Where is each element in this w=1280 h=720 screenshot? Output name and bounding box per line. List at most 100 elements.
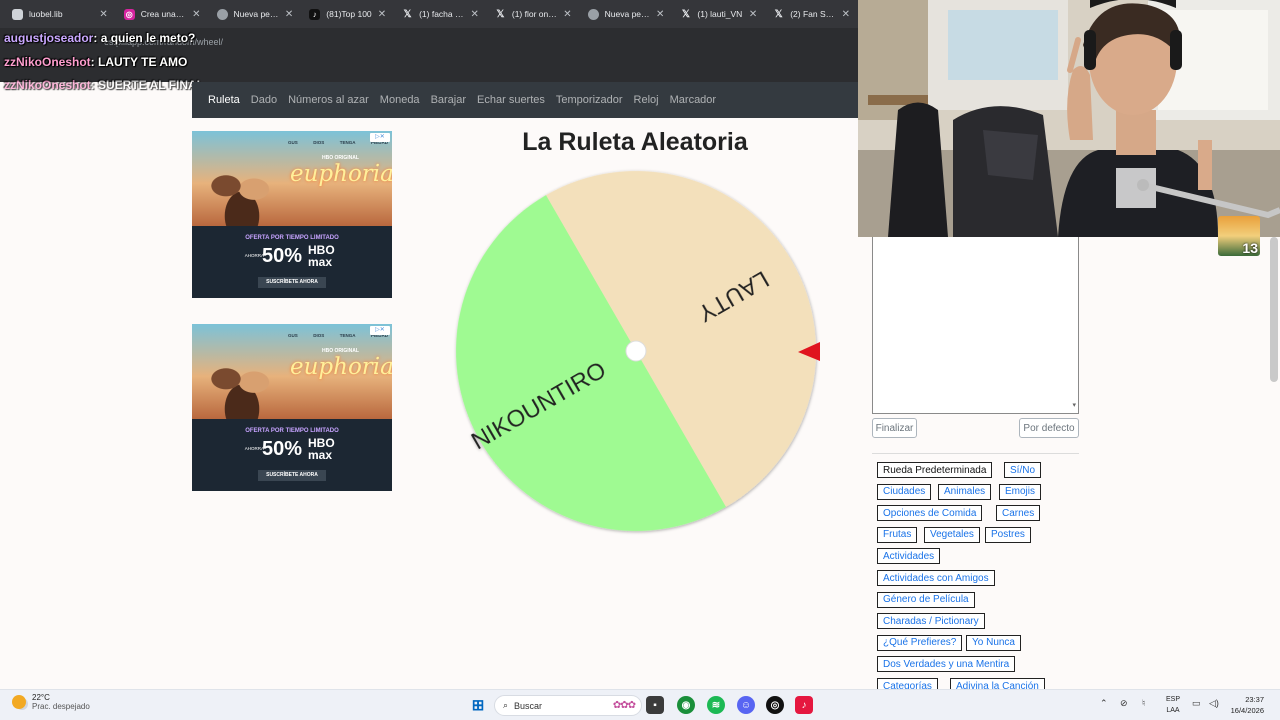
browser-tab[interactable]: luobel.lib ✕ [4,0,116,28]
browser-tab[interactable]: 𝕏 (1) lauti_VN ✕ [672,0,765,28]
chat-username: zzNikoOneshot [4,78,91,92]
nav-item[interactable]: Moneda [380,94,420,106]
euphoria-ad-banner[interactable]: GUS DIOS TENGA PIEDAD HBO ORIGINAL euphoria… [192,324,392,491]
tab-close-icon[interactable]: ✕ [99,9,107,20]
tab-close-icon[interactable]: ✕ [656,9,664,20]
preset-chip[interactable]: Sí/No [1004,462,1042,478]
preset-chip[interactable]: ¿Qué Prefieres? [877,634,963,651]
x-icon: 𝕏 [496,8,505,20]
display-icon[interactable]: ▭ [1192,698,1201,709]
system-clock[interactable]: 23:37 16/4/2026 [1224,694,1264,716]
weather-sun-icon [12,695,26,709]
nav-item[interactable]: Barajar [431,94,466,106]
tab-close-icon[interactable]: ✕ [563,9,571,20]
nav-item[interactable]: Dado [251,94,277,106]
volume-icon[interactable]: ◁) [1209,698,1219,709]
ad-title: euphoria [290,354,392,380]
ad-title: euphoria [290,161,392,187]
search-highlight-icon: ✿✿✿ [612,700,636,711]
globe-icon [587,8,599,20]
tiktok-icon[interactable]: ♪ [795,696,813,714]
tab-title: (1) flor on X: [511,9,558,19]
browser-tab[interactable]: Nueva pesta ✕ [580,0,673,28]
browser-tab[interactable]: ♪ (81)Top 100 ✕ [301,0,394,28]
chrome-icon[interactable]: ◉ [677,696,695,714]
tray-chevron-icon[interactable]: ⌃ [1100,698,1108,709]
tab-close-icon[interactable]: ✕ [470,9,478,20]
euphoria-ad-banner[interactable]: GUS DIOS TENGA PIEDAD HBO ORIGINAL euphoria… [192,131,392,298]
tab-close-icon[interactable]: ✕ [285,9,293,20]
weather-widget[interactable]: 22°C Prac. despejado [12,693,90,711]
ad-cta-button[interactable]: SUSCRÍBETE AHORA [258,470,326,481]
tab-favicon [12,8,23,20]
taskbar-search-label: Buscar [514,700,543,711]
windows-taskbar: 22°C Prac. despejado ⊞ ⌕ Buscar ✿✿✿ ▪ ◉ … [0,689,1280,720]
browser-tab[interactable]: Nueva pesta ✕ [209,0,302,28]
nav-item[interactable]: Echar suertes [477,94,545,106]
wheel-entries-textarea[interactable]: ▾ [872,237,1079,414]
finish-button[interactable]: Finalizar [872,418,917,438]
page-title: La Ruleta Aleatoria [522,128,748,156]
nav-item[interactable]: Marcador [670,94,716,106]
network-icon[interactable]: ⊘ [1120,698,1128,709]
preset-chip[interactable]: Postres [985,526,1031,543]
tab-title: Crea una nu [140,9,187,19]
chat-message: augustjoseador: a quien le meto? [4,31,195,45]
preset-chip[interactable]: Género de Película [877,591,975,608]
random-wheel[interactable]: LAUTYNIKOUNTIRO [450,166,820,536]
resize-grip-icon[interactable]: ▾ [1072,401,1076,409]
tab-close-icon[interactable]: ✕ [192,9,200,20]
preset-chip[interactable]: Carnes [996,505,1041,522]
tab-title: (81)Top 100 [326,9,372,19]
preset-chip[interactable]: Opciones de Comida [877,505,983,522]
preset-chip[interactable]: Dos Verdades y una Mentira [877,656,1016,673]
tab-close-icon[interactable]: ✕ [378,9,386,20]
default-button[interactable]: Por defecto [1019,418,1079,438]
preset-divider [872,453,1079,454]
taskbar-search[interactable]: ⌕ Buscar ✿✿✿ [494,695,642,716]
tab-title: (2) Fan Spot [790,9,836,19]
browser-tab[interactable]: 𝕏 (1) flor on X: ✕ [487,0,580,28]
preset-chip[interactable]: Frutas [877,526,918,543]
preset-chip[interactable]: Yo Nunca [966,634,1021,651]
obs-icon[interactable]: ◎ [766,696,784,714]
tab-close-icon[interactable]: ✕ [749,9,757,20]
browser-tab[interactable]: 𝕏 (1) facha em ✕ [394,0,487,28]
chat-username: zzNikoOneshot [4,55,91,69]
windows-start-icon[interactable]: ⊞ [469,696,487,714]
tab-title: Nueva pesta [233,9,279,19]
preset-chip[interactable]: Rueda Predeterminada [877,462,993,478]
preset-chip[interactable]: Animales [938,483,992,500]
wheel-center-hub[interactable] [625,340,647,362]
adchoices-icon[interactable]: ▷✕ [370,133,390,142]
discord-icon[interactable]: ☺ [737,696,755,714]
preset-chip[interactable]: Actividades con Amigos [877,570,995,586]
preset-chip[interactable]: Vegetales [924,526,980,543]
task-view-icon[interactable]: ▪ [646,696,664,714]
chat-text: : LAUTY TE AMO [90,55,188,69]
ad-people-image [202,159,282,226]
microphone-icon[interactable]: ♮ [1142,698,1145,709]
nav-item[interactable]: Ruleta [208,94,240,106]
spotify-icon[interactable]: ≋ [707,696,725,714]
nav-item[interactable]: Temporizador [556,94,623,106]
nav-item[interactable]: Números al azar [288,94,369,106]
chat-text: : SUERTE AL FINAL [90,78,205,92]
chat-message: zzNikoOneshot: SUERTE AL FINAL [4,78,204,92]
tab-close-icon[interactable]: ✕ [842,9,850,20]
ad-cta-button[interactable]: SUSCRÍBETE AHORA [258,277,326,288]
page-scrollbar[interactable] [1270,237,1278,382]
nav-item[interactable]: Reloj [634,94,659,106]
chat-message: zzNikoOneshot: LAUTY TE AMO [4,55,187,69]
tab-title: Nueva pesta [604,9,651,19]
x-icon: 𝕏 [403,8,412,20]
preset-chip[interactable]: Charadas / Pictionary [877,613,985,630]
preset-chip[interactable]: Actividades [877,548,941,565]
overlay-thumbnail: 13 [1218,216,1260,256]
language-indicator[interactable]: ESP LAA [1163,694,1183,716]
adchoices-icon[interactable]: ▷✕ [370,326,390,335]
browser-tab[interactable]: 𝕏 (2) Fan Spot ✕ [765,0,858,28]
browser-tab[interactable]: ◎ Crea una nu ✕ [116,0,209,28]
preset-chip[interactable]: Emojis [999,483,1042,500]
preset-chip[interactable]: Ciudades [877,483,932,500]
